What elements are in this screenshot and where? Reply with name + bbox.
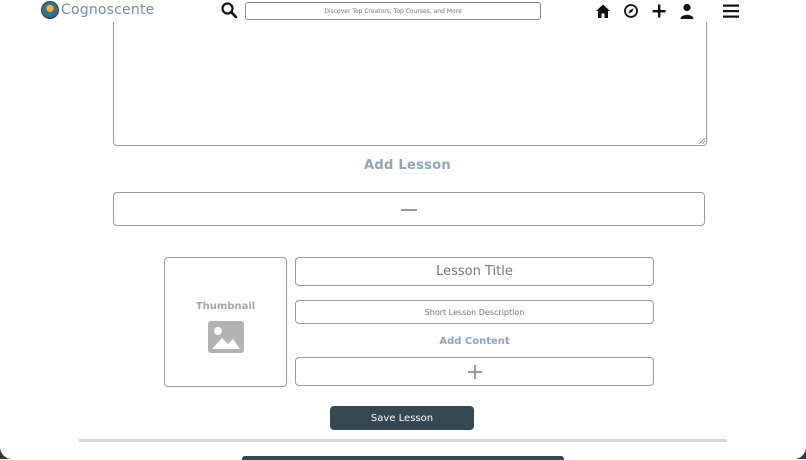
thumbnail-label: Thumbnail [195,301,256,312]
save-lesson-button[interactable]: Save Lesson [330,406,474,430]
image-icon [208,321,244,353]
course-description-textarea[interactable] [113,22,707,146]
search-input[interactable] [245,2,541,20]
user-icon[interactable] [678,2,696,20]
add-content-button[interactable] [295,357,654,386]
top-navbar: Cognoscente [0,0,806,22]
compass-icon[interactable] [622,2,640,20]
collapse-lessons-button[interactable] [113,192,705,226]
resize-handle-icon[interactable] [699,138,705,144]
lesson-title-input[interactable] [295,257,654,286]
search-icon[interactable] [220,1,238,19]
lesson-description-input[interactable] [295,300,654,324]
minus-icon [401,209,417,211]
section-divider [79,439,727,442]
thumbnail-upload[interactable]: Thumbnail [164,257,287,387]
plus-icon[interactable] [650,2,668,20]
home-icon[interactable] [594,2,612,20]
next-section-button-edge[interactable] [242,456,564,460]
logo-icon [41,1,59,19]
plus-icon [468,365,482,379]
brand-logo[interactable]: Cognoscente [41,1,154,19]
brand-name: Cognoscente [61,2,155,18]
add-content-label: Add Content [439,336,510,347]
menu-icon[interactable] [722,2,740,20]
add-lesson-heading: Add Lesson [364,158,451,173]
